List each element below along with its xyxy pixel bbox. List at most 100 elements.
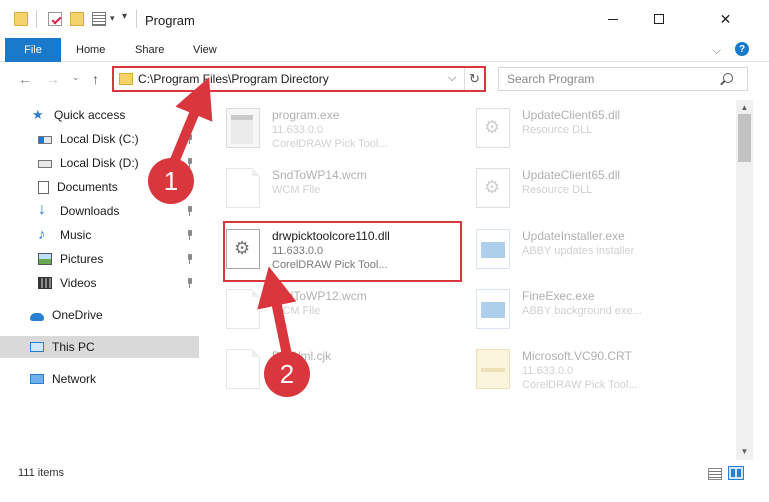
back-arrow-icon[interactable]: ← (18, 71, 32, 87)
details-view-icon[interactable] (708, 468, 722, 480)
close-button[interactable]: ✕ (682, 4, 769, 34)
sidebar-item-local-disk-c[interactable]: Local Disk (C:) (38, 128, 199, 150)
highlight-box (223, 221, 462, 282)
download-icon (38, 201, 52, 219)
chevron-down-icon[interactable]: ▾ (110, 13, 115, 24)
customize-toolbar-icon[interactable]: ▾ (122, 11, 127, 22)
sidebar-item-label: Quick access (54, 108, 126, 122)
scroll-down-icon[interactable]: ▼ (736, 444, 753, 460)
file-item[interactable]: program.exe 11.633.0.0 CorelDRAW Pick To… (214, 102, 454, 158)
maximize-icon (654, 14, 664, 24)
file-item[interactable]: SndToWP14.wcm WCM File (214, 162, 454, 218)
blank-file-icon (226, 349, 260, 389)
address-row: ← → ⌄ ↑ C:\Program Files\Program Directo… (0, 62, 769, 96)
search-input[interactable] (499, 68, 719, 90)
sidebar-item-onedrive[interactable]: OneDrive (30, 304, 199, 326)
file-item[interactable]: DRWml.cjk (214, 343, 454, 399)
status-bar: 111 items (0, 460, 769, 486)
address-bar[interactable]: C:\Program Files\Program Directory ⌵ ↻ (112, 66, 486, 92)
forward-arrow-icon[interactable]: → (46, 71, 60, 87)
sidebar-item-label: Downloads (60, 204, 120, 218)
tab-file[interactable]: File (5, 38, 61, 62)
view-options-icon[interactable] (92, 12, 106, 26)
file-item[interactable]: Microsoft.VC90.CRT 11.633.0.0 CorelDRAW … (464, 343, 704, 399)
step-2-badge: 2 (264, 351, 310, 397)
sidebar-item-label: Local Disk (D:) (60, 156, 139, 170)
sidebar-item-label: OneDrive (52, 308, 103, 322)
file-item[interactable]: FineExec.exe ABBY background exe... (464, 283, 704, 339)
file-item[interactable]: UpdateClient65.dll Resource DLL (464, 162, 704, 218)
file-name: FineExec.exe (522, 289, 595, 303)
search-box[interactable] (498, 67, 748, 91)
file-name: Microsoft.VC90.CRT (522, 349, 632, 363)
window-bottom-edge (0, 486, 769, 502)
file-type: WCM File (272, 305, 321, 317)
toolbar-divider (136, 10, 137, 28)
file-item[interactable]: SndToWP12.wcm WCM File (214, 283, 454, 339)
step-1-badge: 1 (148, 158, 194, 204)
sidebar-item-label: Network (52, 372, 97, 386)
sidebar-item-videos[interactable]: Videos (38, 272, 199, 294)
file-version: 11.633.0.0 (272, 124, 324, 136)
app-file-icon (476, 289, 510, 329)
file-description: CorelDRAW Pick Tool... (272, 138, 388, 150)
pin-icon[interactable] (186, 254, 194, 264)
new-folder-icon[interactable] (70, 12, 84, 26)
scrollbar-thumb[interactable] (738, 114, 751, 162)
file-description: ABBY background exe... (522, 305, 642, 317)
tab-home[interactable]: Home (76, 38, 105, 62)
pin-icon[interactable] (186, 230, 194, 240)
cloud-icon (30, 312, 44, 321)
toolbar-divider (36, 10, 37, 28)
item-count: 111 items (18, 467, 65, 479)
folder-icon (119, 73, 133, 85)
drive-icon (38, 160, 52, 168)
sidebar-item-label: Local Disk (C:) (60, 132, 139, 146)
properties-icon[interactable] (48, 12, 62, 26)
computer-icon (30, 342, 44, 352)
cabinet-file-icon (476, 349, 510, 389)
vertical-scrollbar[interactable]: ▲ ▼ (736, 100, 753, 460)
expand-ribbon-icon[interactable]: ⌵ (712, 43, 721, 58)
sidebar-item-this-pc[interactable]: This PC (0, 336, 199, 358)
pin-icon[interactable] (186, 278, 194, 288)
pin-icon[interactable] (186, 206, 194, 216)
sidebar-item-label: Documents (57, 180, 118, 194)
tab-share[interactable]: Share (135, 38, 164, 62)
file-item[interactable]: UpdateInstaller.exe ABBY updates install… (464, 223, 704, 279)
large-icons-view-icon[interactable] (728, 466, 744, 480)
chevron-down-icon[interactable]: ⌵ (448, 72, 456, 85)
file-type: WCM File (272, 184, 321, 196)
file-name: UpdateInstaller.exe (522, 229, 625, 243)
file-description: Resource DLL (522, 184, 593, 196)
file-description: ABBY updates installer (522, 245, 635, 257)
file-description: CorelDRAW Pick Tool... (522, 379, 638, 391)
tab-view[interactable]: View (193, 38, 217, 62)
music-icon (38, 226, 52, 243)
pictures-icon (38, 253, 52, 265)
help-icon[interactable]: ? (735, 42, 749, 56)
address-path[interactable]: C:\Program Files\Program Directory (138, 72, 329, 86)
file-name: UpdateClient65.dll (522, 108, 621, 122)
blank-file-icon (226, 289, 260, 329)
videos-icon (38, 277, 52, 289)
sidebar-item-label: This PC (52, 340, 95, 354)
window-title: Program (145, 13, 195, 28)
search-icon[interactable] (723, 73, 733, 83)
recent-locations-icon[interactable]: ⌄ (72, 72, 80, 83)
minimize-button[interactable] (590, 4, 636, 34)
refresh-icon[interactable]: ↻ (464, 68, 484, 90)
drive-icon (38, 136, 52, 144)
title-bar: ▾ ▾ Program ✕ (0, 0, 769, 38)
file-item[interactable]: UpdateClient65.dll Resource DLL (464, 102, 704, 158)
sidebar-item-quick-access[interactable]: ★ Quick access (32, 104, 199, 126)
pin-icon[interactable] (186, 134, 194, 144)
dll-file-icon (476, 168, 510, 208)
sidebar-item-network[interactable]: Network (30, 368, 199, 390)
sidebar-item-pictures[interactable]: Pictures (38, 248, 199, 270)
file-name: program.exe (272, 108, 340, 122)
sidebar-item-music[interactable]: Music (38, 224, 199, 246)
maximize-button[interactable] (636, 4, 682, 34)
file-description: Resource DLL (522, 124, 593, 136)
up-arrow-icon[interactable]: ↑ (92, 71, 99, 87)
